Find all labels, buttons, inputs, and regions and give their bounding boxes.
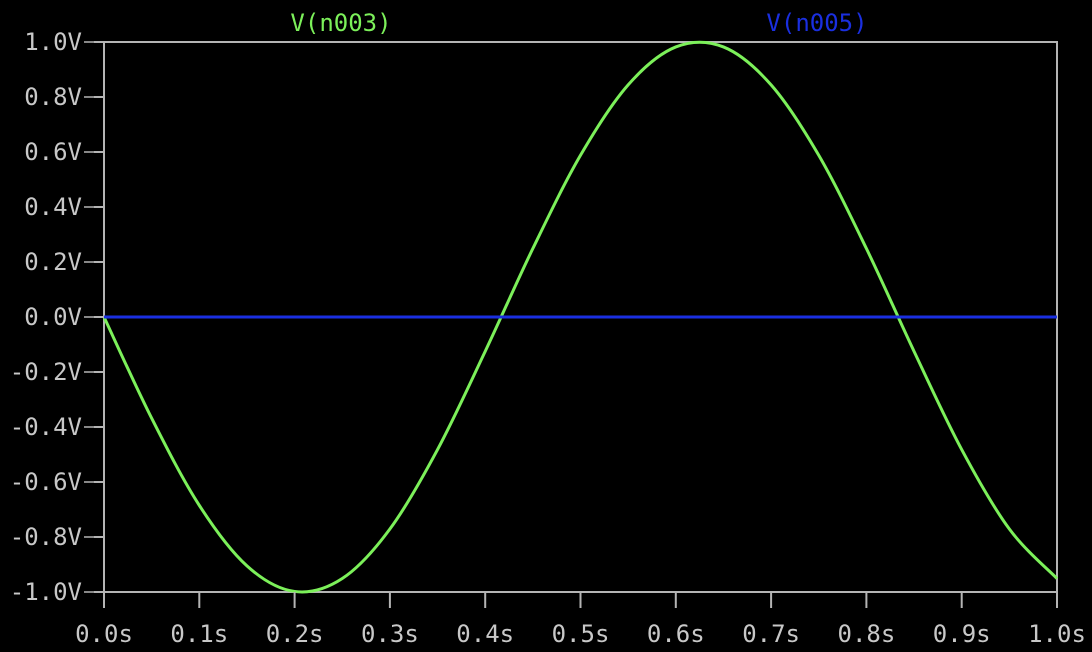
x-tick-label: 1.0s (1028, 620, 1086, 648)
y-tick-label: -0.2V (10, 358, 82, 386)
legend-label-v-n005[interactable]: V(n005) (766, 9, 867, 37)
y-tick-label: 0.4V (24, 193, 82, 221)
y-tick-label: 0.0V (24, 303, 82, 331)
y-tick-label: 1.0V (24, 28, 82, 56)
x-tick-label: 0.7s (742, 620, 800, 648)
x-tick-label: 0.3s (361, 620, 419, 648)
x-tick-label: 0.6s (647, 620, 705, 648)
x-tick-label: 0.1s (170, 620, 228, 648)
x-tick-label: 0.5s (552, 620, 610, 648)
legend-label-v-n003[interactable]: V(n003) (290, 9, 391, 37)
y-tick-label: -1.0V (10, 578, 82, 606)
y-tick-label: -0.4V (10, 413, 82, 441)
x-tick-label: 0.2s (266, 620, 324, 648)
waveform-chart: 1.0V 0.8V 0.6V 0.4V 0.2V 0.0V -0.2V -0.4V -0.6V -… (0, 0, 1092, 652)
x-tick-label: 0.0s (75, 620, 133, 648)
x-tick-label: 0.8s (838, 620, 896, 648)
x-tick-label: 0.9s (933, 620, 991, 648)
y-tick-label: 0.2V (24, 248, 82, 276)
x-tick-label: 0.4s (456, 620, 514, 648)
y-tick-label: 0.6V (24, 138, 82, 166)
y-tick-label: -0.6V (10, 468, 82, 496)
y-tick-label: -0.8V (10, 523, 82, 551)
plot-background (0, 0, 1092, 652)
y-tick-label: 0.8V (24, 83, 82, 111)
